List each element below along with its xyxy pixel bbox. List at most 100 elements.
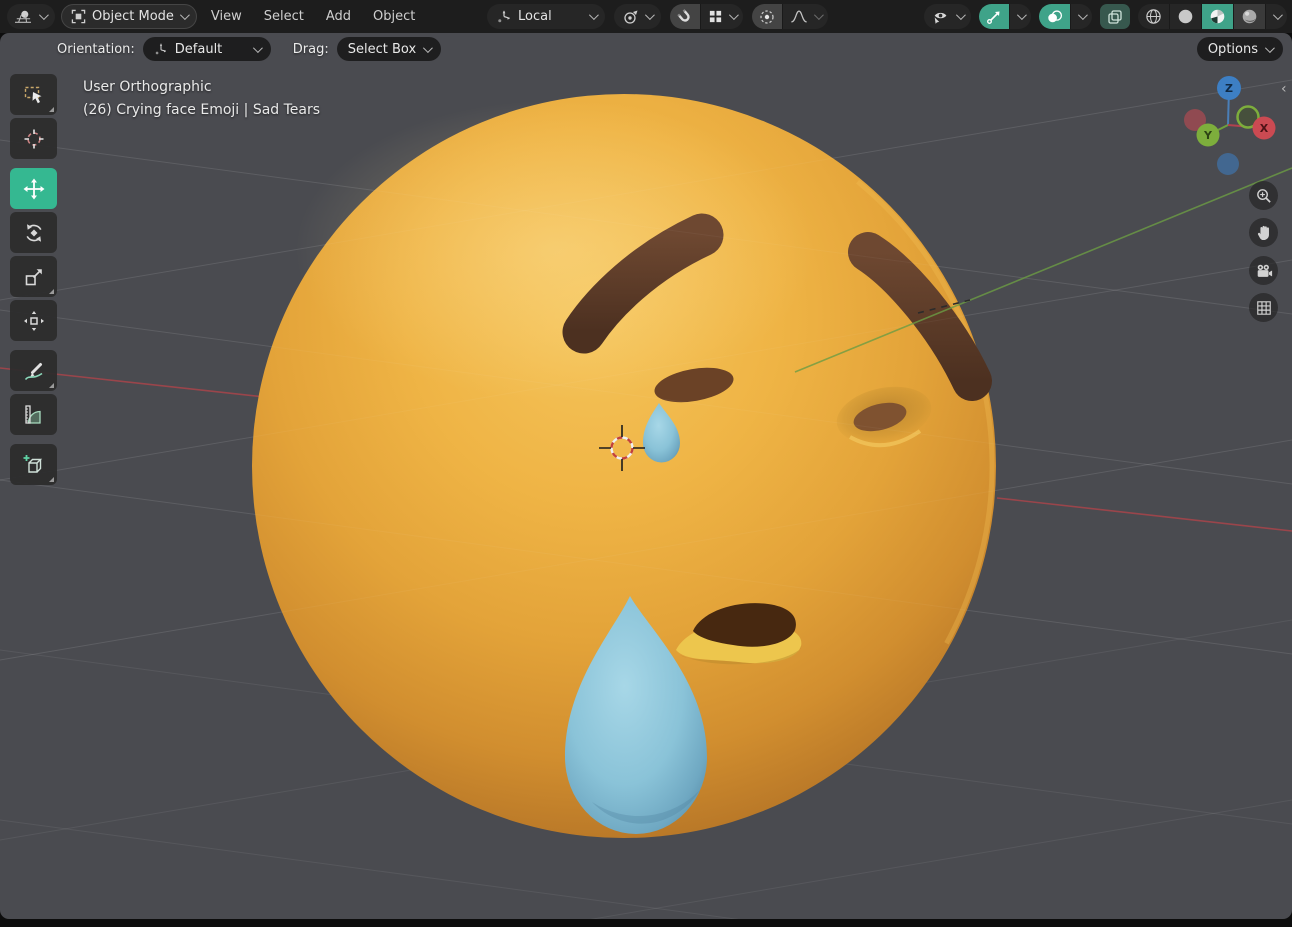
mode-dropdown[interactable]: Object Mode (61, 4, 197, 29)
tool-annotate[interactable] (10, 350, 57, 391)
gizmo-y-label: Y (1203, 129, 1213, 142)
drag-mode-dropdown[interactable]: Select Box (336, 37, 442, 61)
overlays-circles-icon (1048, 9, 1063, 22)
move-icon (23, 178, 44, 199)
tool-move[interactable] (10, 168, 57, 209)
pivot-point-dropdown[interactable] (614, 4, 661, 29)
show-gizmos-toggle[interactable] (979, 4, 1009, 29)
chevron-down-icon (813, 10, 824, 21)
menu-object[interactable]: Object (365, 5, 423, 28)
measure-icon (24, 404, 41, 424)
add-cube-icon (23, 454, 42, 473)
falloff-dropdown[interactable] (782, 4, 828, 29)
chevron-down-icon (588, 10, 599, 21)
editor-type-button[interactable] (7, 4, 55, 29)
chevron-down-icon (1272, 10, 1283, 21)
show-overlays-toggle[interactable] (1039, 4, 1070, 29)
snap-target-dropdown[interactable] (700, 4, 743, 29)
gizmo-arrow-icon (987, 11, 1000, 24)
gizmos-dropdown[interactable] (1009, 4, 1031, 29)
drag-value: Select Box (347, 41, 417, 57)
scale-icon (25, 268, 42, 285)
tool-settings-bar: Orientation: Default Drag: Select Box Op… (0, 33, 1292, 65)
proportional-editing-icon (760, 9, 774, 24)
gizmo-z-label: Z (1225, 82, 1233, 95)
xray-squares-icon (1108, 9, 1122, 24)
menu-add[interactable]: Add (318, 5, 359, 28)
pivot-point-icon (624, 10, 638, 24)
magnet-icon (677, 8, 690, 22)
object-visibility-dropdown[interactable] (924, 4, 971, 29)
material-preview-icon (1210, 9, 1225, 24)
tool-orientation-dropdown[interactable]: Default (142, 37, 271, 61)
options-dropdown[interactable]: Options (1196, 37, 1283, 61)
ortho-toggle-button[interactable] (1249, 293, 1278, 322)
overlays-group (1039, 4, 1092, 29)
proportional-editing-toggle[interactable] (752, 4, 782, 29)
shading-rendered-button[interactable] (1233, 4, 1265, 29)
viewport-canvas[interactable] (0, 33, 1292, 919)
transform-orientation-dropdown[interactable]: Local (487, 4, 605, 29)
chevron-down-icon (423, 42, 434, 53)
tool-measure[interactable] (10, 394, 57, 435)
chevron-down-icon (1077, 10, 1088, 21)
shading-wireframe-button[interactable] (1138, 4, 1169, 29)
overlays-dropdown[interactable] (1070, 4, 1092, 29)
view-name-text: User Orthographic (83, 79, 212, 95)
menu-select[interactable]: Select (256, 5, 312, 28)
tool-cursor[interactable] (10, 118, 57, 159)
3d-viewport-icon (15, 10, 31, 23)
pan-button[interactable] (1249, 218, 1278, 247)
transform-icon (23, 310, 44, 331)
chevron-down-icon (644, 10, 655, 21)
annotate-pen-icon (24, 362, 42, 380)
drag-label: Drag: (292, 41, 329, 57)
ortho-grid-icon (1256, 300, 1271, 315)
tool-transform[interactable] (10, 300, 57, 341)
gizmo-neg-z-ball[interactable] (1217, 153, 1239, 175)
zoom-icon (1257, 189, 1271, 203)
pan-hand-icon (1257, 225, 1269, 241)
mode-label: Object Mode (92, 9, 174, 24)
gizmos-group (979, 4, 1031, 29)
select-box-icon (24, 86, 41, 103)
shading-mode-group (1138, 4, 1287, 29)
snap-increment-icon (709, 10, 722, 23)
chevron-down-icon (179, 10, 190, 21)
tool-add-cube[interactable] (10, 444, 57, 485)
gizmo-x-label: X (1260, 122, 1269, 135)
status-bar (0, 919, 1292, 927)
shading-solid-button[interactable] (1169, 4, 1201, 29)
orientation-default-icon (155, 43, 166, 55)
orientation-label: Orientation: (57, 41, 135, 57)
viewport-header: Object Mode View Select Add Object Local (0, 0, 1292, 33)
menu-view[interactable]: View (203, 5, 250, 28)
3d-cursor-icon (24, 129, 43, 148)
chevron-down-icon (728, 10, 739, 21)
navigation-gizmo[interactable]: Z Y X (1178, 76, 1282, 180)
zoom-button[interactable] (1249, 181, 1278, 210)
tool-scale[interactable] (10, 256, 57, 297)
chevron-down-icon (38, 10, 49, 21)
options-label: Options (1207, 41, 1258, 57)
chevron-down-icon (955, 10, 966, 21)
tool-rotate[interactable] (10, 212, 57, 253)
solid-icon (1178, 9, 1193, 24)
toggle-xray-button[interactable] (1100, 4, 1130, 29)
snap-toggle[interactable] (670, 4, 700, 29)
rotate-icon (25, 223, 42, 242)
shading-material-button[interactable] (1201, 4, 1233, 29)
falloff-curve-icon (791, 10, 807, 23)
camera-icon (1257, 264, 1272, 277)
chevron-down-icon (252, 42, 263, 53)
tool-select-box[interactable] (10, 74, 57, 115)
snapping-group (670, 4, 743, 29)
toolbar (10, 74, 58, 485)
proportional-editing-group (752, 4, 828, 29)
camera-view-button[interactable] (1249, 256, 1278, 285)
viewport-text-overlay: User Orthographic (26) Crying face Emoji… (83, 76, 320, 122)
rendered-icon (1242, 9, 1257, 24)
sidebar-toggle-arrow[interactable]: ‹ (1281, 82, 1287, 96)
3d-viewport[interactable] (0, 33, 1292, 919)
shading-dropdown[interactable] (1265, 4, 1287, 29)
